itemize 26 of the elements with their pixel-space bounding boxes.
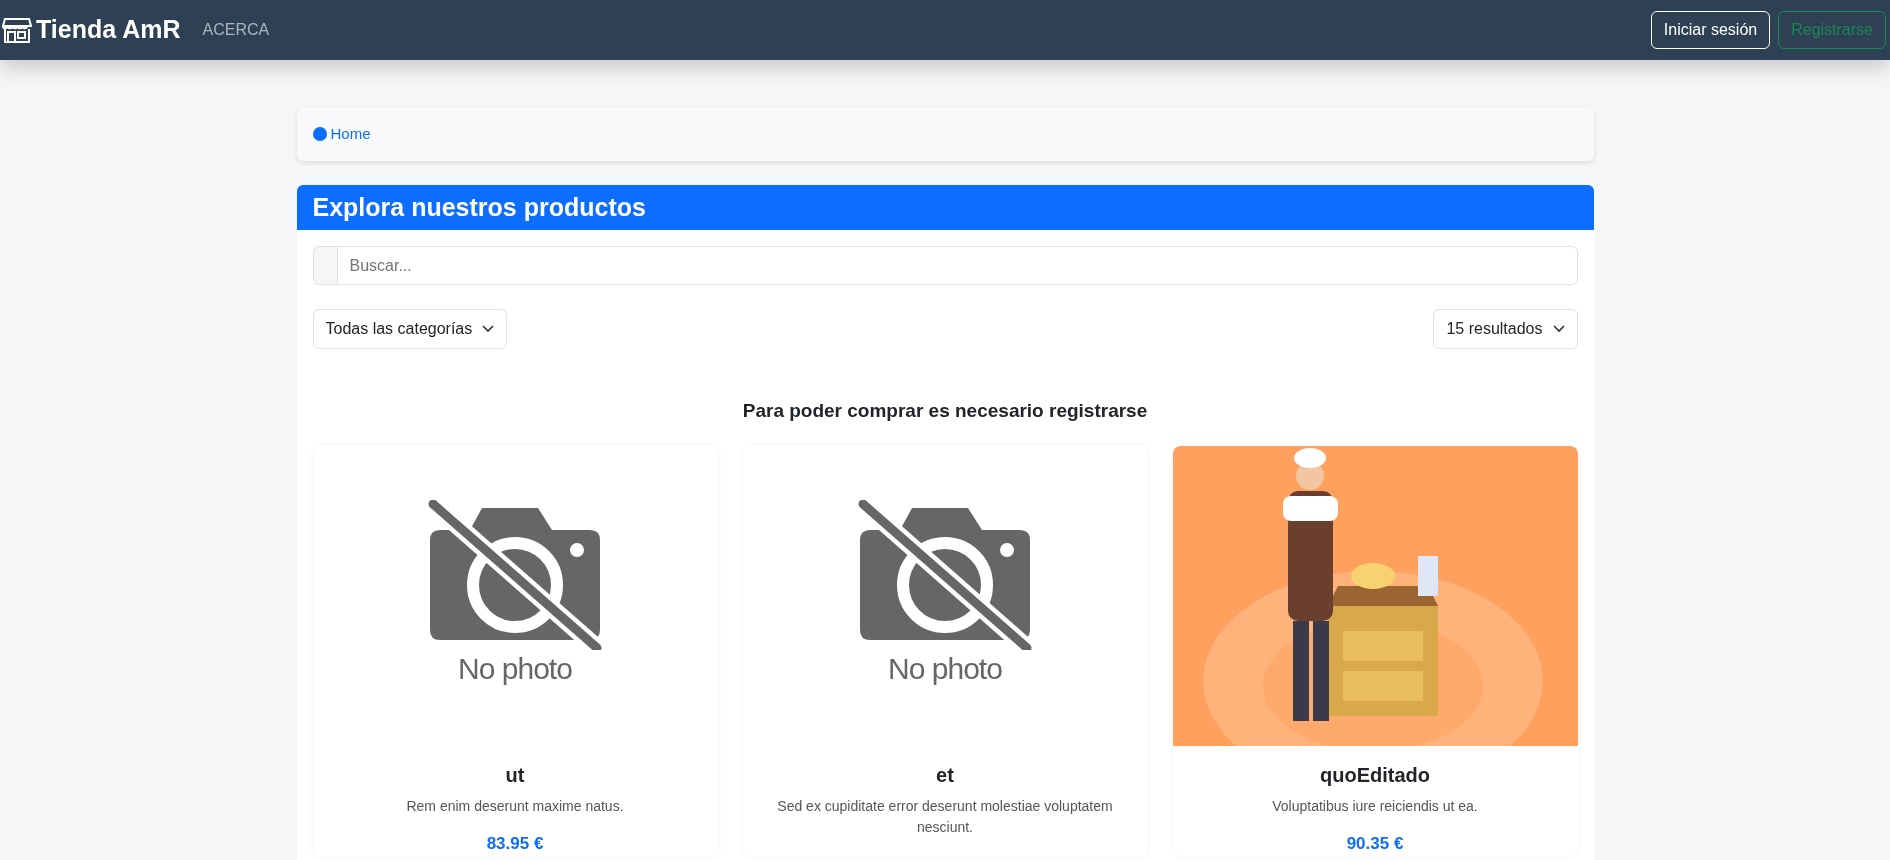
- product-description: Rem enim deserunt maxime natus.: [405, 796, 625, 816]
- product-description: Sed ex cupiditate error deserunt molestiae voluptatem nesciunt.: [776, 796, 1114, 837]
- register-notice: Para poder comprar es necesario registrarse: [741, 399, 1149, 423]
- nav-link[interactable]: ACERCA: [202, 18, 270, 42]
- brand-name[interactable]: Tienda AmR: [36, 11, 181, 49]
- no-photo-label: No photo: [458, 651, 572, 687]
- category-dropdown[interactable]: Todas las categorías: [312, 309, 508, 349]
- product-name: ut: [504, 762, 526, 788]
- store-icon: [2, 17, 32, 43]
- breadcrumb-link[interactable]: Home: [330, 123, 371, 146]
- product-price: 90.35 €: [1345, 832, 1405, 855]
- no-photo-icon: [855, 500, 1035, 650]
- results-dropdown[interactable]: 15 resultados: [1433, 309, 1578, 349]
- breadcrumb-dot-icon: [312, 127, 327, 142]
- panel-title: Explora nuestros productos: [296, 184, 1594, 230]
- product-price: 83.95 €: [485, 832, 545, 855]
- product-description: Voluptatibus iure reiciendis ut ea.: [1271, 796, 1479, 816]
- product-name: et: [935, 762, 955, 788]
- no-photo-icon: [425, 500, 605, 650]
- login-button[interactable]: Iniciar sesión: [1650, 11, 1771, 49]
- chevron-icon: [482, 325, 495, 333]
- search-field[interactable]: Buscar...: [337, 246, 1578, 285]
- search-addon: [312, 246, 338, 285]
- no-photo-label: No photo: [888, 651, 1002, 687]
- product-name: quoEditado: [1319, 762, 1431, 788]
- chevron-icon: [1552, 325, 1565, 333]
